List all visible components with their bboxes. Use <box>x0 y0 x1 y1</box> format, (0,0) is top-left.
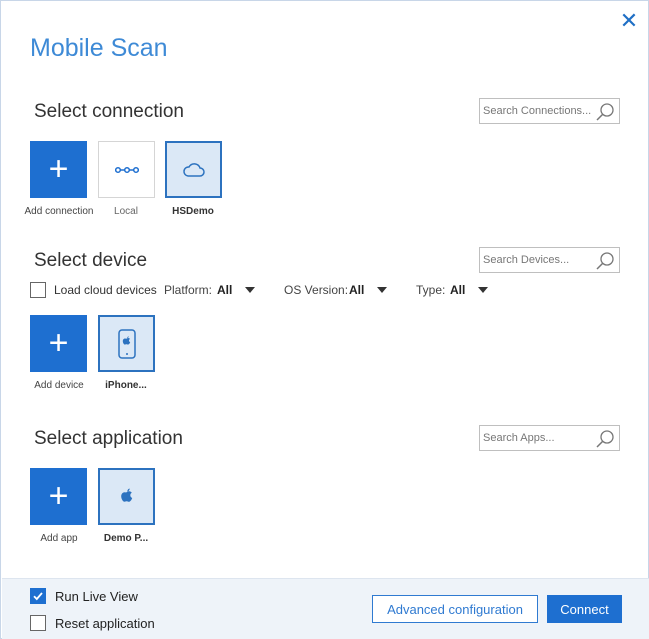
type-filter-value[interactable]: All <box>450 283 465 297</box>
search-icon[interactable] <box>595 251 615 271</box>
add-connection-button[interactable]: + <box>30 141 87 198</box>
run-live-view-label: Run Live View <box>55 589 138 604</box>
search-devices-input[interactable] <box>483 251 593 269</box>
os-version-dropdown-icon[interactable] <box>377 287 387 293</box>
cloud-icon <box>182 162 205 177</box>
reset-application-checkbox[interactable] <box>30 615 46 631</box>
apple-icon <box>120 488 132 502</box>
search-apps-field[interactable] <box>479 425 620 451</box>
mobile-scan-dialog: ✕ Mobile Scan Select connection + Add co… <box>0 0 649 639</box>
advanced-configuration-button[interactable]: Advanced configuration <box>372 595 538 623</box>
search-devices-field[interactable] <box>479 247 620 273</box>
type-dropdown-icon[interactable] <box>478 287 488 293</box>
iphone-icon <box>117 328 136 359</box>
os-version-filter-value[interactable]: All <box>349 283 364 297</box>
plus-icon: + <box>48 324 69 362</box>
platform-dropdown-icon[interactable] <box>245 287 255 293</box>
type-filter-label: Type: <box>416 283 446 297</box>
add-device-button[interactable]: + <box>30 315 87 372</box>
hsdemo-connection-tile[interactable] <box>165 141 222 198</box>
reset-application-label: Reset application <box>55 616 155 631</box>
load-cloud-devices-label: Load cloud devices <box>54 283 157 297</box>
search-icon[interactable] <box>595 102 615 122</box>
search-icon[interactable] <box>595 429 615 449</box>
select-device-heading: Select device <box>34 250 148 271</box>
demo-app-tile[interactable] <box>98 468 155 525</box>
search-connections-field[interactable] <box>479 98 620 124</box>
plus-icon: + <box>48 477 69 515</box>
platform-filter-label: Platform: <box>164 283 213 297</box>
close-icon[interactable]: ✕ <box>617 10 641 34</box>
hsdemo-connection-label: HSDemo <box>172 206 214 217</box>
search-apps-input[interactable] <box>483 429 593 447</box>
select-application-heading: Select application <box>34 428 183 449</box>
local-connection-tile[interactable] <box>98 141 155 198</box>
search-connections-input[interactable] <box>483 102 593 120</box>
iphone-device-label: iPhone... <box>105 380 147 391</box>
run-live-view-checkbox[interactable] <box>30 588 46 604</box>
dialog-title: Mobile Scan <box>30 34 168 62</box>
select-connection-heading: Select connection <box>34 101 184 122</box>
add-app-button[interactable]: + <box>30 468 87 525</box>
connect-button[interactable]: Connect <box>547 595 622 623</box>
plus-icon: + <box>48 150 69 188</box>
local-network-icon <box>114 166 139 173</box>
checkmark-icon <box>33 592 43 601</box>
iphone-device-tile[interactable] <box>98 315 155 372</box>
platform-filter-value[interactable]: All <box>217 283 232 297</box>
demo-app-label: Demo P... <box>103 533 149 544</box>
os-version-filter-label: OS Version: <box>284 283 349 297</box>
load-cloud-devices-checkbox[interactable] <box>30 282 46 298</box>
